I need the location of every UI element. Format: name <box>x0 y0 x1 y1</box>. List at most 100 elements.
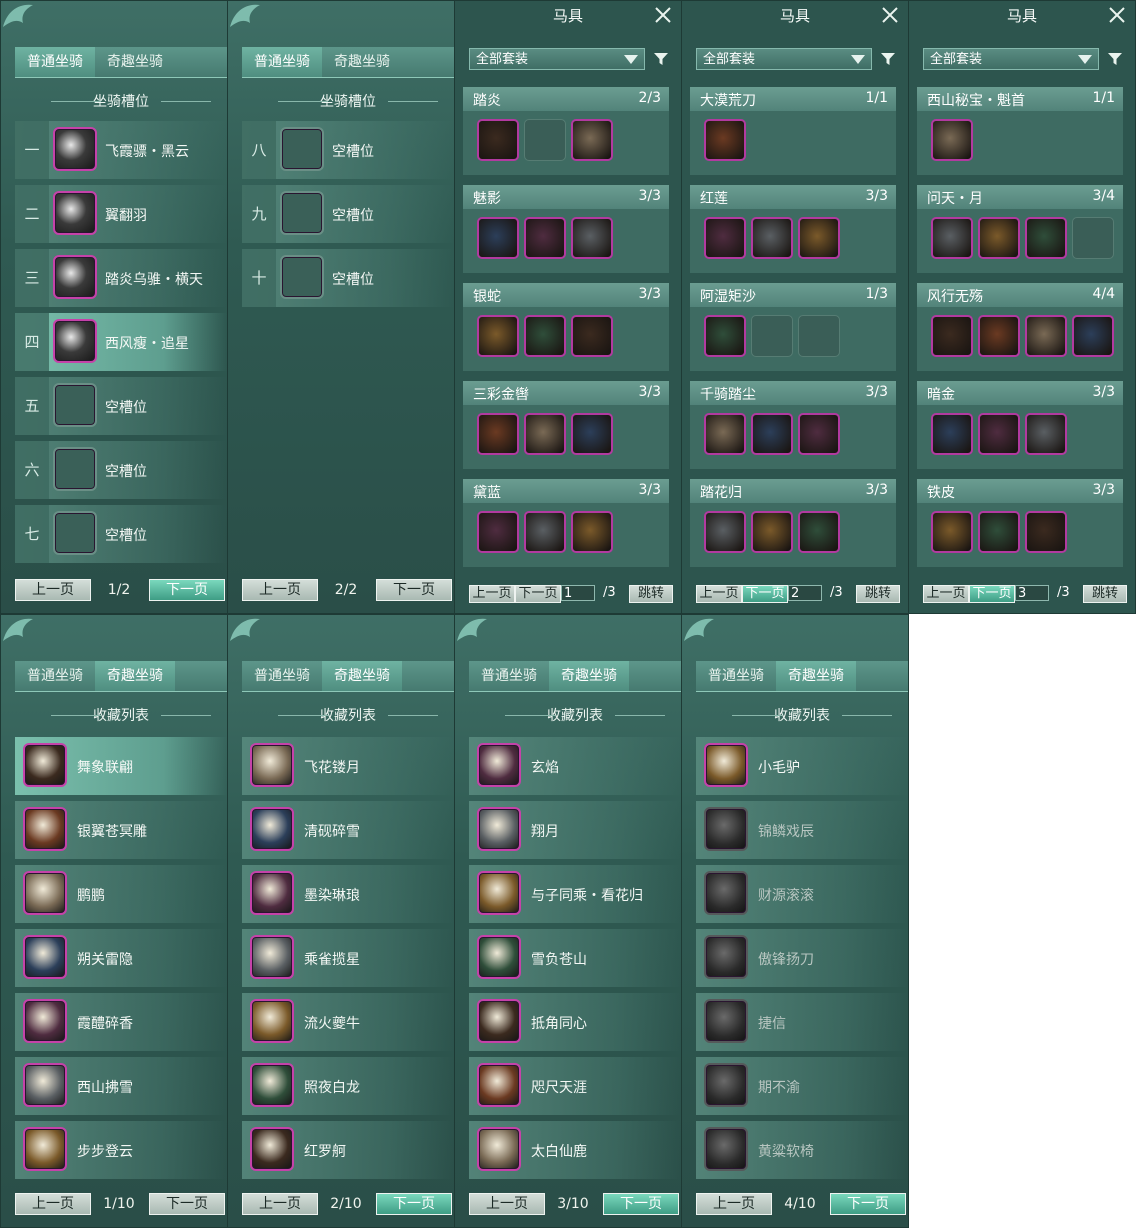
saddle-piece-icon[interactable] <box>704 511 746 553</box>
suit-filter-dropdown[interactable]: 全部套装 <box>696 48 872 70</box>
collection-row[interactable]: 玄焰 <box>469 737 681 795</box>
prev-page-button[interactable]: 上一页 <box>15 579 91 601</box>
filter-icon[interactable] <box>880 51 896 67</box>
prev-page-button[interactable]: 上一页 <box>242 579 318 601</box>
tab-normal-mounts[interactable]: 普通坐骑 <box>15 661 95 691</box>
saddle-piece-icon[interactable] <box>751 413 793 455</box>
saddle-piece-icon[interactable] <box>798 413 840 455</box>
collection-row[interactable]: 飞花镂月 <box>242 737 454 795</box>
next-page-button[interactable]: 下一页 <box>376 579 452 601</box>
mount-slot-row[interactable]: 二 翼翻羽 <box>15 185 227 243</box>
mount-slot-row[interactable]: 七 空槽位 <box>15 505 227 563</box>
mount-slot-row[interactable]: 八 空槽位 <box>242 121 454 179</box>
saddle-piece-icon[interactable] <box>571 315 613 357</box>
saddle-piece-icon[interactable] <box>931 217 973 259</box>
collection-row[interactable]: 鹏鹏 <box>15 865 227 923</box>
prev-page-button[interactable]: 上一页 <box>923 585 969 603</box>
close-icon[interactable] <box>880 5 900 25</box>
saddle-piece-icon[interactable] <box>1025 217 1067 259</box>
next-page-button[interactable]: 下一页 <box>969 585 1015 603</box>
saddle-piece-icon[interactable] <box>1025 315 1067 357</box>
jump-button[interactable]: 跳转 <box>629 585 673 603</box>
jump-button[interactable]: 跳转 <box>856 585 900 603</box>
tab-normal-mounts[interactable]: 普通坐骑 <box>15 47 95 77</box>
collection-row[interactable]: 雪负苍山 <box>469 929 681 987</box>
tab-fun-mounts[interactable]: 奇趣坐骑 <box>95 47 175 77</box>
tab-fun-mounts[interactable]: 奇趣坐骑 <box>95 661 175 691</box>
saddle-piece-icon[interactable] <box>704 413 746 455</box>
collection-row[interactable]: 财源滚滚 <box>696 865 908 923</box>
next-page-button[interactable]: 下一页 <box>742 585 788 603</box>
collection-row[interactable]: 西山拂雪 <box>15 1057 227 1115</box>
collection-row[interactable]: 翔月 <box>469 801 681 859</box>
saddle-piece-icon[interactable] <box>931 315 973 357</box>
tab-normal-mounts[interactable]: 普通坐骑 <box>242 661 322 691</box>
saddle-piece-icon[interactable] <box>704 315 746 357</box>
tab-fun-mounts[interactable]: 奇趣坐骑 <box>776 661 856 691</box>
collection-row[interactable]: 锦鳞戏辰 <box>696 801 908 859</box>
prev-page-button[interactable]: 上一页 <box>469 1193 545 1215</box>
collection-row[interactable]: 红罗舸 <box>242 1121 454 1179</box>
tab-normal-mounts[interactable]: 普通坐骑 <box>242 47 322 77</box>
filter-icon[interactable] <box>653 51 669 67</box>
next-page-button[interactable]: 下一页 <box>376 1193 452 1215</box>
saddle-piece-icon[interactable] <box>751 511 793 553</box>
collection-row[interactable]: 捷信 <box>696 993 908 1051</box>
tab-normal-mounts[interactable]: 普通坐骑 <box>696 661 776 691</box>
next-page-button[interactable]: 下一页 <box>603 1193 679 1215</box>
saddle-piece-icon[interactable] <box>978 217 1020 259</box>
saddle-piece-icon[interactable] <box>931 413 973 455</box>
saddle-piece-icon[interactable] <box>704 217 746 259</box>
saddle-piece-icon[interactable] <box>931 511 973 553</box>
saddle-piece-icon[interactable] <box>978 315 1020 357</box>
suit-filter-dropdown[interactable]: 全部套装 <box>469 48 645 70</box>
collection-row[interactable]: 期不渝 <box>696 1057 908 1115</box>
saddle-piece-icon[interactable] <box>571 413 613 455</box>
page-input[interactable]: 3 <box>1015 585 1049 601</box>
mount-slot-row[interactable]: 九 空槽位 <box>242 185 454 243</box>
collection-row[interactable]: 舞象联翩 <box>15 737 227 795</box>
collection-row[interactable]: 咫尺天涯 <box>469 1057 681 1115</box>
saddle-piece-icon[interactable] <box>477 217 519 259</box>
mount-slot-row[interactable]: 五 空槽位 <box>15 377 227 435</box>
close-icon[interactable] <box>1107 5 1127 25</box>
collection-row[interactable]: 墨染琳琅 <box>242 865 454 923</box>
saddle-piece-icon[interactable] <box>798 511 840 553</box>
saddle-piece-icon[interactable] <box>524 413 566 455</box>
saddle-piece-icon[interactable] <box>524 315 566 357</box>
saddle-piece-icon[interactable] <box>571 119 613 161</box>
saddle-piece-icon[interactable] <box>524 511 566 553</box>
mount-slot-row[interactable]: 十 空槽位 <box>242 249 454 307</box>
mount-slot-row[interactable]: 三 踏炎乌骓・横天 <box>15 249 227 307</box>
saddle-piece-icon[interactable] <box>477 119 519 161</box>
saddle-piece-icon[interactable] <box>978 511 1020 553</box>
saddle-piece-icon[interactable] <box>1025 413 1067 455</box>
next-page-button[interactable]: 下一页 <box>149 579 225 601</box>
prev-page-button[interactable]: 上一页 <box>696 585 742 603</box>
saddle-piece-icon[interactable] <box>571 511 613 553</box>
saddle-piece-icon[interactable] <box>798 217 840 259</box>
prev-page-button[interactable]: 上一页 <box>469 585 515 603</box>
next-page-button[interactable]: 下一页 <box>830 1193 906 1215</box>
prev-page-button[interactable]: 上一页 <box>242 1193 318 1215</box>
saddle-piece-icon[interactable] <box>477 511 519 553</box>
prev-page-button[interactable]: 上一页 <box>15 1193 91 1215</box>
page-input[interactable]: 2 <box>788 585 822 601</box>
next-page-button[interactable]: 下一页 <box>515 585 561 603</box>
saddle-piece-icon[interactable] <box>571 217 613 259</box>
collection-row[interactable]: 傲锋扬刀 <box>696 929 908 987</box>
saddle-piece-icon[interactable] <box>1025 511 1067 553</box>
saddle-piece-icon[interactable] <box>978 413 1020 455</box>
saddle-piece-icon[interactable] <box>751 217 793 259</box>
collection-row[interactable]: 抵角同心 <box>469 993 681 1051</box>
collection-row[interactable]: 朔关雷隐 <box>15 929 227 987</box>
next-page-button[interactable]: 下一页 <box>149 1193 225 1215</box>
filter-icon[interactable] <box>1107 51 1123 67</box>
tab-fun-mounts[interactable]: 奇趣坐骑 <box>322 661 402 691</box>
saddle-piece-icon[interactable] <box>524 217 566 259</box>
collection-row[interactable]: 霞醴碎香 <box>15 993 227 1051</box>
tab-fun-mounts[interactable]: 奇趣坐骑 <box>322 47 402 77</box>
saddle-piece-icon[interactable] <box>1072 315 1114 357</box>
saddle-piece-icon[interactable] <box>931 119 973 161</box>
prev-page-button[interactable]: 上一页 <box>696 1193 772 1215</box>
